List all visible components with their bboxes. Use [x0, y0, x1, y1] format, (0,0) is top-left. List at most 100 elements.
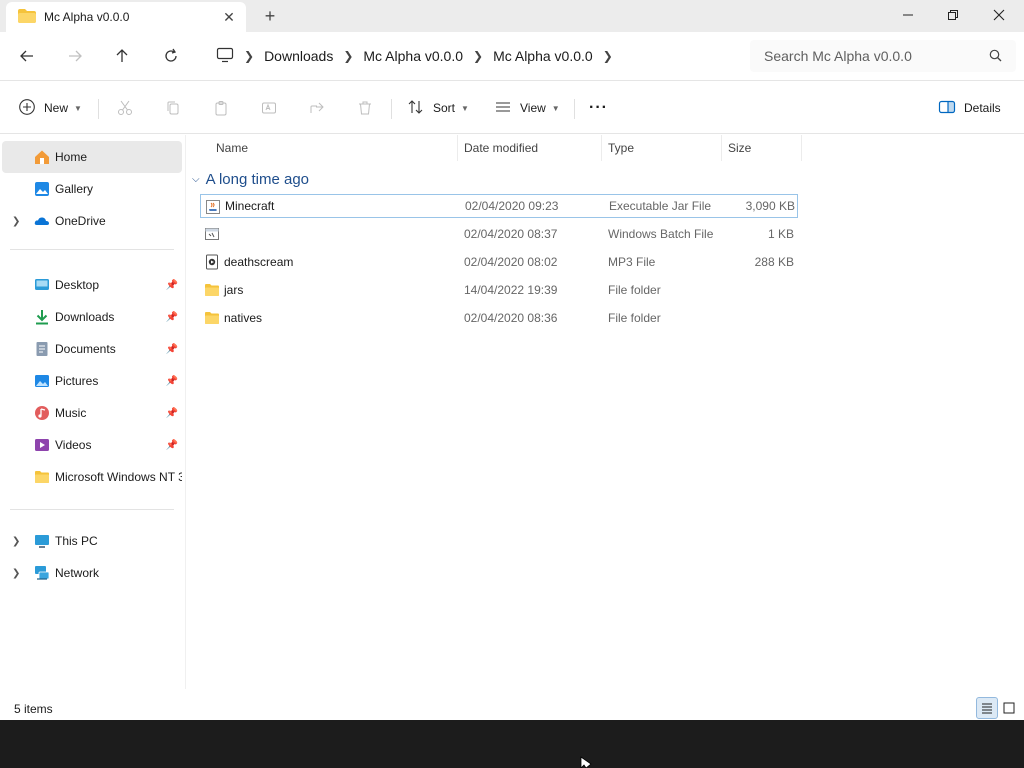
details-pane-button[interactable]: Details: [938, 96, 1001, 120]
search-input[interactable]: Search Mc Alpha v0.0.0: [750, 40, 1016, 72]
this-pc-icon: [34, 533, 50, 549]
sidebar-item-network[interactable]: ❯ Network: [2, 557, 182, 589]
file-type: MP3 File: [608, 255, 656, 269]
breadcrumb-mc-alpha[interactable]: Mc Alpha v0.0.0: [363, 48, 463, 64]
command-bar: New ▼ Sort ▼ View ▼ ··· Details: [0, 80, 1024, 134]
sidebar-divider: [10, 509, 174, 510]
file-row-batch[interactable]: 02/04/2020 08:37 Windows Batch File 1 KB: [200, 222, 798, 246]
sidebar-item-gallery[interactable]: Gallery: [2, 173, 182, 205]
new-button[interactable]: New ▼: [18, 96, 82, 120]
breadcrumb-mc-alpha-current[interactable]: Mc Alpha v0.0.0: [493, 48, 593, 64]
jar-file-icon: [205, 199, 221, 215]
copy-button[interactable]: [161, 96, 185, 120]
sidebar-item-label: Documents: [55, 342, 116, 356]
up-button[interactable]: [108, 44, 136, 68]
file-list: Name Date modified Type Size ⌵ A long ti…: [186, 135, 1024, 689]
chevron-right-icon[interactable]: ❯: [12, 216, 20, 227]
sidebar-item-desktop[interactable]: Desktop 📌: [2, 269, 182, 301]
refresh-button[interactable]: [157, 44, 185, 68]
sidebar-item-home[interactable]: Home: [2, 141, 182, 173]
details-view-button[interactable]: [976, 697, 998, 719]
pictures-icon: [34, 373, 50, 389]
item-count: 5 items: [14, 702, 53, 716]
documents-icon: [34, 341, 50, 357]
large-icons-view-button[interactable]: [998, 697, 1020, 719]
forward-arrow-icon: [69, 50, 82, 62]
taskbar: [0, 720, 1024, 768]
file-row-deathscream[interactable]: deathscream 02/04/2020 08:02 MP3 File 28…: [200, 250, 798, 274]
close-tab-button[interactable]: ✕: [218, 6, 240, 28]
file-row-minecraft[interactable]: Minecraft 02/04/2020 09:23 Executable Ja…: [200, 194, 798, 218]
sidebar-item-microsoft-windows-nt[interactable]: Microsoft Windows NT 3: [2, 461, 182, 493]
cut-button[interactable]: [113, 96, 137, 120]
file-type: File folder: [608, 283, 661, 297]
column-header-size[interactable]: Size: [722, 135, 802, 161]
sidebar-item-this-pc[interactable]: ❯ This PC: [2, 525, 182, 557]
navigation-bar: ❯ Downloads ❯ Mc Alpha v0.0.0 ❯ Mc Alpha…: [0, 32, 1024, 80]
pin-icon: 📌: [165, 375, 178, 387]
sidebar-item-pictures[interactable]: Pictures 📌: [2, 365, 182, 397]
title-bar: Mc Alpha v0.0.0 ✕ +: [0, 0, 1024, 32]
sidebar-item-label: OneDrive: [55, 214, 106, 228]
home-icon: [34, 149, 50, 165]
details-label: Details: [964, 101, 1001, 115]
view-label: View: [520, 101, 546, 115]
group-title: A long time ago: [205, 170, 309, 188]
file-name: natives: [224, 311, 263, 325]
share-button[interactable]: [305, 96, 329, 120]
folder-icon: [18, 8, 36, 26]
pin-icon: 📌: [165, 439, 178, 451]
sidebar-divider: [10, 249, 174, 250]
sidebar-item-downloads[interactable]: Downloads 📌: [2, 301, 182, 333]
file-date-modified: 14/04/2022 19:39: [464, 283, 558, 297]
close-window-button[interactable]: [976, 0, 1022, 30]
sort-button[interactable]: Sort ▼: [407, 96, 469, 120]
delete-button[interactable]: [353, 96, 377, 120]
file-type: Executable Jar File: [609, 199, 712, 213]
up-arrow-icon: [116, 49, 128, 62]
sidebar-item-label: Gallery: [55, 182, 94, 196]
sidebar-item-music[interactable]: Music 📌: [2, 397, 182, 429]
divider: [574, 99, 575, 119]
group-header[interactable]: ⌵ A long time ago: [192, 169, 309, 189]
column-header-type[interactable]: Type: [602, 135, 722, 161]
tab-current-folder[interactable]: Mc Alpha v0.0.0 ✕: [6, 2, 246, 32]
chevron-right-icon[interactable]: ❯: [12, 568, 20, 579]
share-icon: [305, 96, 329, 120]
sidebar-item-videos[interactable]: Videos 📌: [2, 429, 182, 461]
forward-button[interactable]: [61, 44, 89, 68]
desktop-icon: [34, 277, 50, 293]
more-options-button[interactable]: ···: [589, 96, 608, 120]
minimize-button[interactable]: [885, 0, 931, 30]
maximize-button[interactable]: [930, 0, 976, 30]
sidebar-item-label: Music: [55, 406, 87, 420]
trash-icon: [353, 96, 377, 120]
breadcrumb-chevron-icon[interactable]: ❯: [603, 49, 613, 63]
sidebar-item-label: Network: [55, 566, 100, 580]
address-bar[interactable]: ❯ Downloads ❯ Mc Alpha v0.0.0 ❯ Mc Alpha…: [206, 40, 736, 72]
sidebar-item-onedrive[interactable]: ❯ OneDrive: [2, 205, 182, 237]
music-icon: [34, 405, 50, 421]
file-row-natives[interactable]: natives 02/04/2020 08:36 File folder: [200, 306, 798, 330]
pin-icon: 📌: [165, 311, 178, 323]
pin-icon: 📌: [165, 279, 178, 291]
new-tab-button[interactable]: +: [258, 4, 282, 28]
sidebar-item-label: Microsoft Windows NT 3: [55, 470, 182, 484]
paste-button[interactable]: [209, 96, 233, 120]
back-button[interactable]: [13, 44, 41, 68]
gallery-icon: [34, 181, 50, 197]
minimize-icon: [903, 14, 913, 16]
column-header-name[interactable]: Name: [210, 135, 458, 161]
file-size: 288 KB: [754, 255, 794, 269]
mouse-cursor-icon: [580, 756, 592, 768]
scissors-icon: [113, 96, 137, 120]
view-button[interactable]: View ▼: [494, 96, 560, 120]
folder-icon: [34, 469, 50, 485]
sidebar-item-documents[interactable]: Documents 📌: [2, 333, 182, 365]
breadcrumb-downloads[interactable]: Downloads: [264, 48, 333, 64]
file-row-jars[interactable]: jars 14/04/2022 19:39 File folder: [200, 278, 798, 302]
rename-button[interactable]: [257, 96, 281, 120]
tab-title: Mc Alpha v0.0.0: [44, 10, 130, 24]
chevron-right-icon[interactable]: ❯: [12, 536, 20, 547]
column-header-date-modified[interactable]: Date modified: [458, 135, 602, 161]
